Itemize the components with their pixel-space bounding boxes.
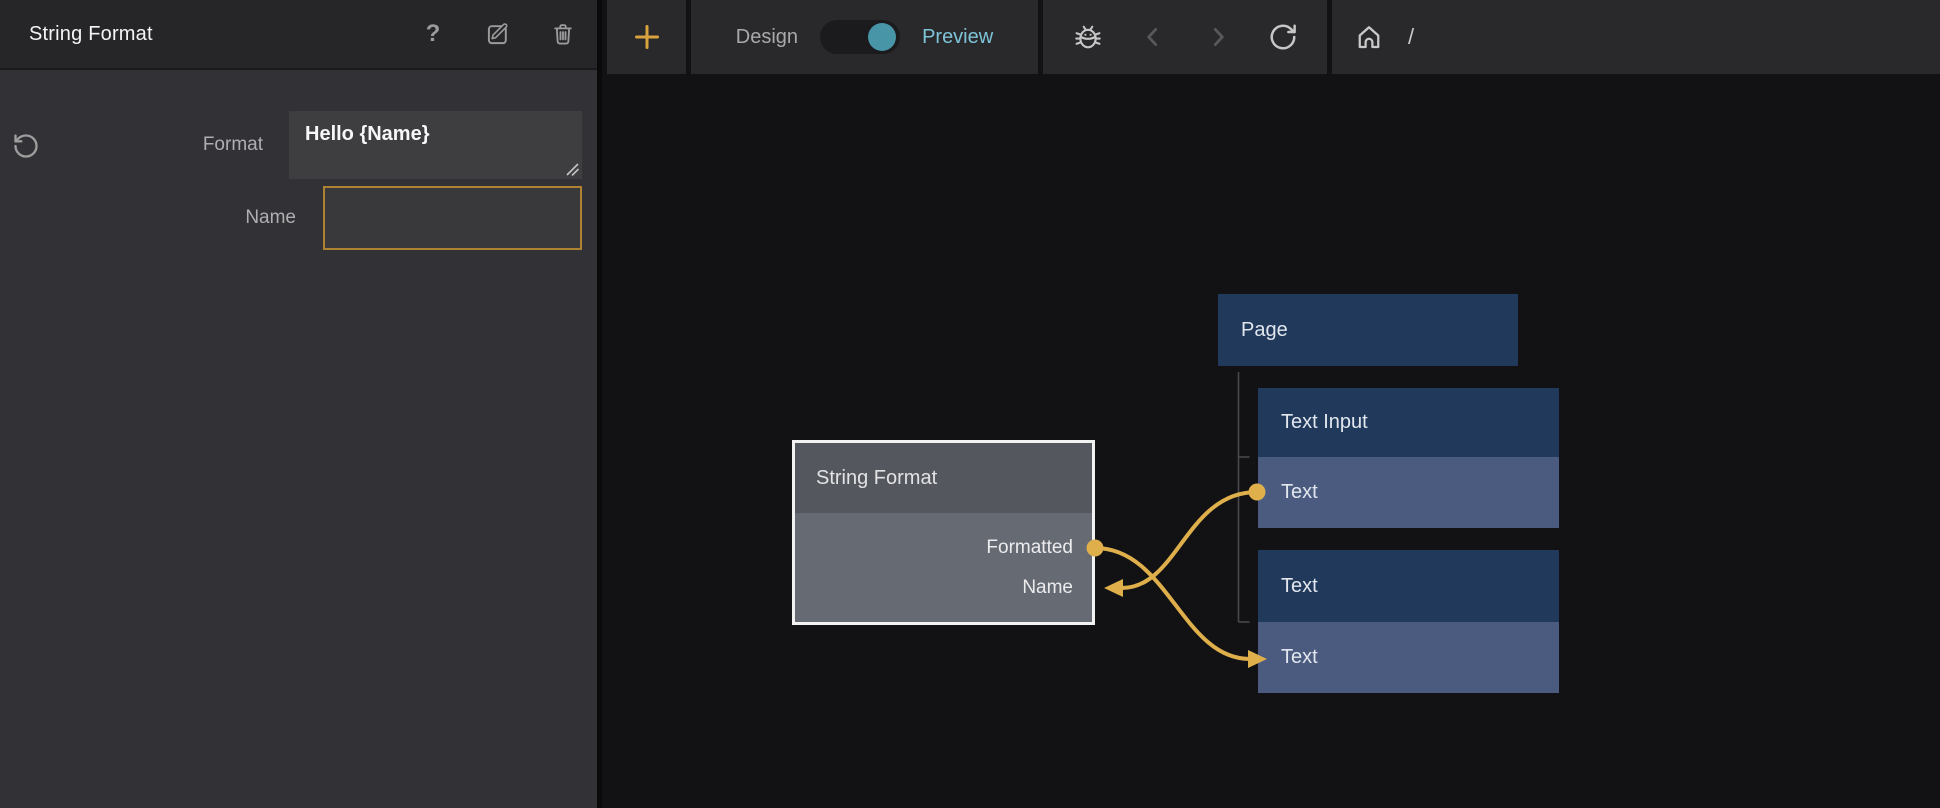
app-root: String Format ? [0, 0, 1940, 808]
node-string-format-header[interactable]: String Format [795, 443, 1092, 513]
node-text-header[interactable]: Text [1258, 550, 1559, 622]
wire-textinput-to-name [1122, 492, 1257, 588]
help-icon: ? [426, 22, 441, 46]
reset-button[interactable] [12, 132, 40, 160]
sidebar-header: String Format ? [0, 0, 597, 70]
reset-icon [12, 132, 40, 160]
format-input-box: Hello {Name} [289, 111, 582, 179]
wire-formatted-to-text [1095, 548, 1250, 659]
trash-icon [550, 21, 576, 47]
node-text-input[interactable]: Text Input Text [1258, 388, 1559, 528]
node-string-format-selected[interactable]: String Format Formatted Name [792, 440, 1095, 625]
forward-button[interactable] [1203, 22, 1233, 52]
node-text-input-text-port[interactable]: Text [1258, 457, 1559, 528]
node-page-title: Page [1241, 319, 1288, 342]
node-page[interactable]: Page [1218, 294, 1518, 366]
name-label: Name [245, 206, 296, 230]
debug-button[interactable] [1073, 22, 1103, 52]
node-text-input-title: Text Input [1281, 411, 1368, 434]
back-button[interactable] [1138, 22, 1168, 52]
breadcrumb-path: / [1408, 24, 1414, 50]
node-text-input-header[interactable]: Text Input [1258, 388, 1559, 457]
home-icon [1354, 22, 1384, 52]
node-text[interactable]: Text Text [1258, 550, 1559, 693]
delete-button[interactable] [550, 21, 576, 47]
edit-button[interactable] [485, 21, 511, 47]
formatted-output-port[interactable]: Formatted [986, 535, 1073, 561]
edit-icon [485, 21, 511, 47]
chevron-left-icon [1140, 24, 1166, 50]
bug-icon [1073, 22, 1103, 52]
name-input[interactable] [323, 186, 582, 250]
wire-arrowhead-name-port [1104, 579, 1123, 597]
text-port-label: Text [1281, 646, 1318, 669]
format-input[interactable]: Hello {Name} [289, 111, 582, 179]
navigation-section [1043, 0, 1327, 74]
text-port-label: Text [1281, 481, 1318, 504]
help-button[interactable]: ? [420, 21, 446, 47]
name-input-port[interactable]: Name [1022, 575, 1073, 601]
format-label: Format [203, 133, 263, 157]
chevron-right-icon [1205, 24, 1231, 50]
toggle-knob [868, 23, 896, 51]
node-string-format-title: String Format [816, 467, 937, 490]
plus-icon [632, 22, 662, 52]
home-button[interactable] [1354, 22, 1384, 52]
properties-sidebar: String Format ? [0, 0, 602, 808]
node-title: String Format [29, 23, 153, 46]
node-text-text-port[interactable]: Text [1258, 622, 1559, 693]
mode-switch-section: Design Preview [691, 0, 1038, 74]
node-text-title: Text [1281, 575, 1318, 598]
refresh-button[interactable] [1268, 22, 1298, 52]
refresh-icon [1268, 22, 1298, 52]
preview-mode-label[interactable]: Preview [922, 26, 993, 49]
sidebar-header-actions: ? [420, 21, 576, 47]
design-mode-label[interactable]: Design [736, 26, 798, 49]
breadcrumb-section: / [1332, 0, 1940, 74]
node-string-format-body: Formatted Name [795, 513, 1092, 622]
design-preview-toggle[interactable] [820, 20, 900, 54]
add-node-button[interactable] [607, 0, 686, 74]
hierarchy-connector-line [1239, 372, 1250, 622]
